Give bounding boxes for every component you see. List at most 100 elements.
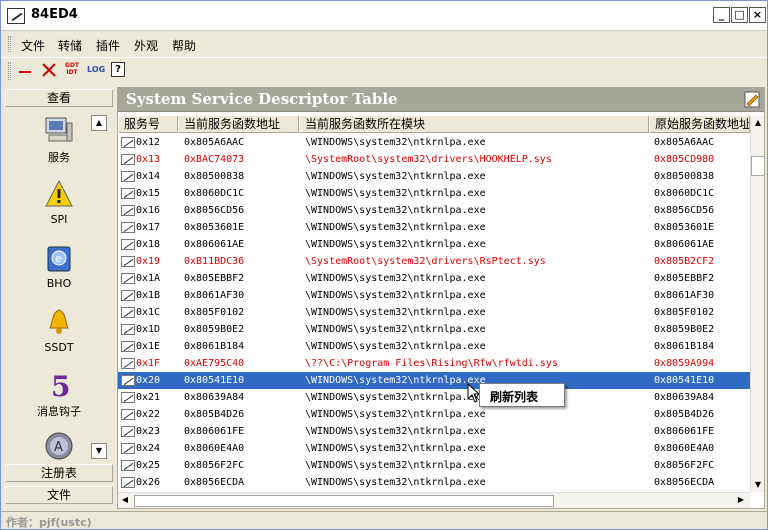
sidebar-header-registry[interactable]: 注册表	[5, 464, 113, 482]
cross-icon[interactable]	[41, 62, 57, 78]
row-icon	[121, 307, 135, 318]
row-original-address: 0x8056F2FC	[654, 460, 715, 471]
context-menu-refresh[interactable]: 刷新列表	[490, 388, 538, 405]
window-title: 84ED4	[31, 7, 78, 22]
gdt-idt-icon[interactable]: GDT IDT	[65, 62, 79, 76]
row-current-module: \WINDOWS\system32\ntkrnlpa.exe	[305, 205, 486, 216]
table-row[interactable]: 0x24 0x8060E4A0 \WINDOWS\system32\ntkrnlpa…	[118, 440, 750, 457]
sidebar-header-view[interactable]: 查看	[5, 89, 113, 107]
horizontal-scroll-thumb[interactable]	[134, 495, 554, 507]
menu-dump[interactable]: 转储	[58, 37, 82, 54]
app-icon	[7, 8, 25, 24]
row-current-address: 0x8061AF30	[184, 290, 245, 301]
table-row[interactable]: 0x16 0x8056CD56 \WINDOWS\system32\ntkrnlpa…	[118, 202, 750, 219]
minimize-button[interactable]: _	[713, 7, 730, 23]
row-icon	[121, 154, 135, 165]
scroll-down-arrow[interactable]: ▼	[751, 478, 765, 492]
table-row[interactable]: 0x17 0x8053601E \WINDOWS\system32\ntkrnlpa…	[118, 219, 750, 236]
row-original-address: 0x8056CD56	[654, 205, 715, 216]
sidebar-item-message-hooks[interactable]: 5 消息钩子	[19, 369, 99, 419]
row-current-module: \WINDOWS\system32\ntkrnlpa.exe	[305, 460, 486, 471]
sidebar-item-spi[interactable]: SPI	[19, 179, 99, 226]
scroll-up-arrow[interactable]: ▲	[751, 116, 765, 130]
menubar-grip[interactable]	[8, 36, 11, 52]
vertical-scroll-thumb[interactable]	[751, 156, 765, 176]
sidebar-scroll-up[interactable]: ▲	[91, 115, 107, 131]
table-row[interactable]: 0x26 0x8056ECDA \WINDOWS\system32\ntkrnlpa…	[118, 474, 750, 490]
row-current-address: 0xBAC74073	[184, 154, 245, 165]
vertical-scrollbar[interactable]: ▲ ▼	[750, 116, 765, 492]
table-row[interactable]: 0x1E 0x8061B184 \WINDOWS\system32\ntkrnlpa…	[118, 338, 750, 355]
row-current-address: 0xAE795C40	[184, 358, 245, 369]
table-row[interactable]: 0x14 0x80500838 \WINDOWS\system32\ntkrnlpa…	[118, 168, 750, 185]
row-icon	[121, 171, 135, 182]
table-row[interactable]: 0x18 0x806061AE \WINDOWS\system32\ntkrnlpa…	[118, 236, 750, 253]
column-header-service-number[interactable]: 服务号	[118, 116, 178, 133]
row-icon	[121, 341, 135, 352]
row-service-number: 0x1C	[136, 307, 161, 318]
row-service-number: 0x24	[136, 443, 161, 454]
svg-text:A: A	[54, 440, 63, 455]
menu-appearance[interactable]: 外观	[134, 37, 158, 54]
table-row[interactable]: 0x21 0x80639A84 \WINDOWS\system32\ntkrnlpa…	[118, 389, 750, 406]
sidebar-scroll-down[interactable]: ▼	[91, 443, 107, 459]
row-service-number: 0x25	[136, 460, 161, 471]
row-current-address: 0x805F0102	[184, 307, 245, 318]
column-header-current-address[interactable]: 当前服务函数地址	[178, 116, 299, 133]
log-icon[interactable]: LOG	[87, 65, 105, 74]
sidebar-item-services[interactable]: 服务	[19, 115, 99, 165]
row-icon	[121, 137, 135, 148]
row-icon	[121, 222, 135, 233]
table-row[interactable]: 0x19 0xB11BDC36 \SystemRoot\system32\drive…	[118, 253, 750, 270]
row-icon	[121, 358, 135, 369]
horizontal-scrollbar[interactable]: ◀ ▶	[118, 492, 750, 508]
menu-help[interactable]: 帮助	[172, 37, 196, 54]
table-row[interactable]: 0x1D 0x8059B0E2 \WINDOWS\system32\ntkrnlpa…	[118, 321, 750, 338]
table-row[interactable]: 0x1F 0xAE795C40 \??\C:\Program Files\Risin…	[118, 355, 750, 372]
menu-plugins[interactable]: 插件	[96, 37, 120, 54]
sidebar-header-files[interactable]: 文件	[5, 486, 113, 504]
row-current-module: \WINDOWS\system32\ntkrnlpa.exe	[305, 239, 486, 250]
minus-icon[interactable]	[18, 64, 32, 78]
menu-bar: 文件 转储 插件 外观 帮助	[1, 32, 767, 54]
menu-file[interactable]: 文件	[21, 37, 45, 54]
table-row[interactable]: 0x1A 0x805EBBF2 \WINDOWS\system32\ntkrnlpa…	[118, 270, 750, 287]
toolbar-grip[interactable]	[8, 62, 11, 80]
row-service-number: 0x19	[136, 256, 161, 267]
title-bar[interactable]: 84ED4 _ □ ×	[1, 1, 767, 31]
table-row[interactable]: 0x22 0x805B4D26 \WINDOWS\system32\ntkrnlpa…	[118, 406, 750, 423]
close-button[interactable]: ×	[749, 7, 766, 23]
table-row[interactable]: 0x13 0xBAC74073 \SystemRoot\system32\drive…	[118, 151, 750, 168]
row-service-number: 0x1E	[136, 341, 161, 352]
row-current-module: \WINDOWS\system32\ntkrnlpa.exe	[305, 307, 486, 318]
sidebar: 查看 服务 SPI e BHO SSDT 5 消息钩子 A ▲ ▼ 注册表 文件	[5, 89, 113, 509]
sidebar-item-ssdt[interactable]: SSDT	[19, 307, 99, 354]
table-row[interactable]: 0x1C 0x805F0102 \WINDOWS\system32\ntkrnlpa…	[118, 304, 750, 321]
row-current-module: \WINDOWS\system32\ntkrnlpa.exe	[305, 188, 486, 199]
help-icon[interactable]: ?	[111, 62, 125, 77]
column-header-current-module[interactable]: 当前服务函数所在模块	[299, 116, 649, 133]
row-icon	[121, 477, 135, 488]
row-current-address: 0x806061AE	[184, 239, 245, 250]
row-current-address: 0x8056CD56	[184, 205, 245, 216]
row-icon	[121, 443, 135, 454]
svg-text:e: e	[55, 252, 62, 265]
table-row[interactable]: 0x12 0x805A6AAC \WINDOWS\system32\ntkrnlpa…	[118, 134, 750, 151]
table-row[interactable]: 0x1B 0x8061AF30 \WINDOWS\system32\ntkrnlpa…	[118, 287, 750, 304]
row-service-number: 0x17	[136, 222, 161, 233]
sidebar-item-bho[interactable]: e BHO	[19, 243, 99, 290]
row-current-module: \WINDOWS\system32\ntkrnlpa.exe	[305, 409, 486, 420]
sidebar-item-more[interactable]: A	[19, 431, 99, 461]
table-row[interactable]: 0x25 0x8056F2FC \WINDOWS\system32\ntkrnlpa…	[118, 457, 750, 474]
table-row[interactable]: 0x20 0x80541E10 \WINDOWS\system32\ntkrnlpa…	[118, 372, 750, 389]
pencil-icon[interactable]	[744, 91, 760, 108]
table-row[interactable]: 0x23 0x806061FE \WINDOWS\system32\ntkrnlpa…	[118, 423, 750, 440]
table-row[interactable]: 0x15 0x8060DC1C \WINDOWS\system32\ntkrnlpa…	[118, 185, 750, 202]
row-original-address: 0x805CD980	[654, 154, 715, 165]
row-original-address: 0x806061AE	[654, 239, 715, 250]
maximize-button[interactable]: □	[731, 7, 748, 23]
scroll-right-arrow[interactable]: ▶	[734, 493, 748, 507]
scroll-left-arrow[interactable]: ◀	[118, 493, 132, 507]
column-header-original-address[interactable]: 原始服务函数地址	[649, 116, 750, 133]
row-icon	[121, 273, 135, 284]
